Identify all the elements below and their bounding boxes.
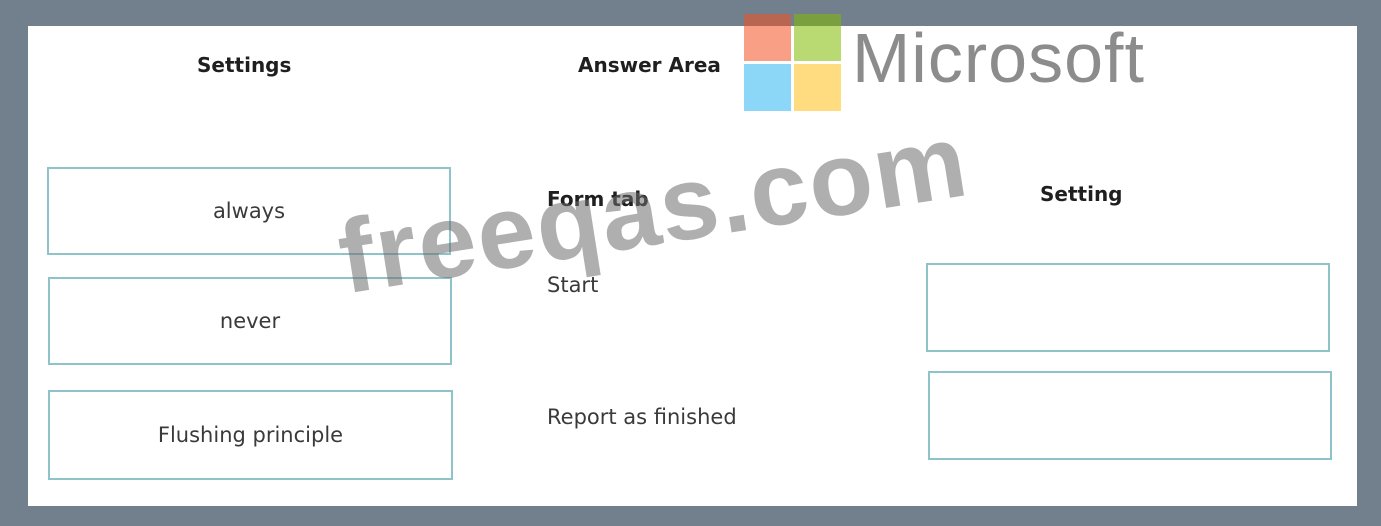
- setting-heading: Setting: [1040, 182, 1123, 206]
- logo-red-square: [744, 14, 791, 61]
- settings-heading: Settings: [197, 53, 292, 77]
- form-tab-heading: Form tab: [547, 187, 649, 211]
- logo-green-square: [794, 14, 841, 61]
- row-report-as-finished-label: Report as finished: [547, 405, 737, 429]
- answer-target-start[interactable]: [926, 263, 1330, 352]
- row-start-label: Start: [547, 273, 599, 297]
- logo-wordmark: Microsoft: [852, 19, 1145, 97]
- logo-yellow-square: [794, 64, 841, 111]
- option-never[interactable]: never: [48, 277, 452, 365]
- option-flushing-principle[interactable]: Flushing principle: [48, 390, 453, 480]
- answer-area-heading: Answer Area: [578, 53, 721, 77]
- logo-blue-square: [744, 64, 791, 111]
- option-always[interactable]: always: [47, 167, 451, 255]
- microsoft-logo: Microsoft: [744, 14, 1194, 116]
- answer-target-report-as-finished[interactable]: [928, 371, 1332, 460]
